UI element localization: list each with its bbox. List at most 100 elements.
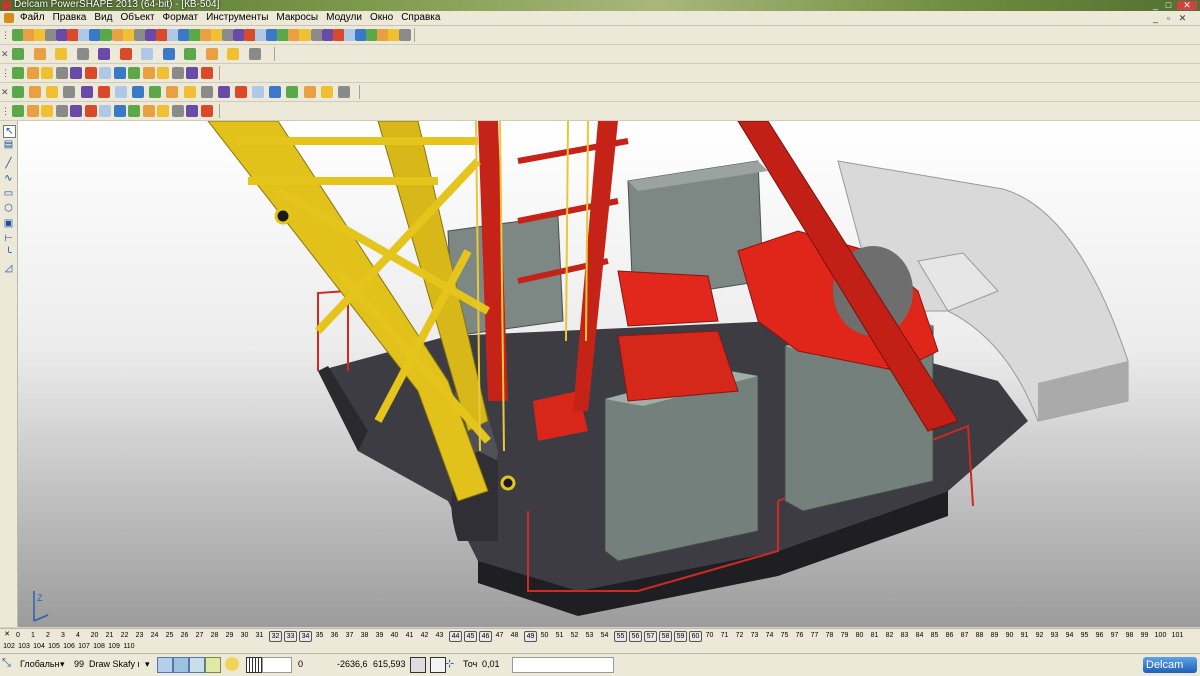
level-button-47[interactable]: 47 <box>494 631 505 640</box>
tb5-tool-icon-12[interactable] <box>186 105 198 117</box>
level-button-45[interactable]: 45 <box>464 631 477 642</box>
level-button-91[interactable]: 91 <box>1019 631 1030 640</box>
level-button-32[interactable]: 32 <box>269 631 282 642</box>
level-button-28[interactable]: 28 <box>209 631 220 640</box>
menu-item-6[interactable]: Макросы <box>272 11 322 25</box>
level-button-49[interactable]: 49 <box>524 631 537 642</box>
keyboard-icon[interactable] <box>430 657 446 673</box>
level-button-27[interactable]: 27 <box>194 631 205 640</box>
toolbar-close-icon[interactable]: ✕ <box>1 86 9 98</box>
tb1-tool-icon-9[interactable] <box>111 29 124 41</box>
level-button-92[interactable]: 92 <box>1034 631 1045 640</box>
mdi-minimize-button[interactable]: _ <box>1150 13 1161 23</box>
tb4-tool-icon-17[interactable] <box>303 86 316 98</box>
level-button-60[interactable]: 60 <box>689 631 702 642</box>
level-button-97[interactable]: 97 <box>1109 631 1120 640</box>
level-button-20[interactable]: 20 <box>89 631 100 640</box>
toolbar-grip[interactable]: ⋮ <box>1 105 10 117</box>
level-button-22[interactable]: 22 <box>119 631 130 640</box>
light-bulb-icon[interactable] <box>225 657 239 671</box>
level-button-85[interactable]: 85 <box>929 631 940 640</box>
tb3-tool-icon-13[interactable] <box>200 67 213 79</box>
minimize-button[interactable]: _ <box>1150 1 1161 10</box>
tb4-tool-icon-18[interactable] <box>320 86 333 98</box>
tb3-tool-icon-4[interactable] <box>70 67 82 79</box>
tb4-tool-icon-4[interactable] <box>80 86 93 98</box>
tb4-tool-icon-3[interactable] <box>63 86 76 98</box>
tb1-tool-icon-32[interactable] <box>365 29 378 41</box>
tb1-tool-icon-30[interactable] <box>343 29 356 41</box>
view-cube-icon[interactable] <box>157 657 173 673</box>
level-button-34[interactable]: 34 <box>299 631 312 642</box>
levels-close-icon[interactable]: ✕ <box>3 630 11 639</box>
workplane-select[interactable]: Глобальн <box>20 657 60 671</box>
level-button-54[interactable]: 54 <box>599 631 610 640</box>
level-button-21[interactable]: 21 <box>104 631 115 640</box>
tb3-tool-icon-8[interactable] <box>128 67 140 79</box>
level-button-3[interactable]: 3 <box>59 631 67 640</box>
tb1-tool-icon-14[interactable] <box>166 29 179 41</box>
coordinate-y[interactable]: 615,593 <box>373 657 406 671</box>
tb2-tool-icon-11[interactable] <box>248 48 261 60</box>
tb2-tool-icon-2[interactable] <box>55 48 67 60</box>
tb5-tool-icon-3[interactable] <box>55 105 68 117</box>
menu-item-8[interactable]: Окно <box>366 11 397 25</box>
level-button-52[interactable]: 52 <box>569 631 580 640</box>
tb4-tool-icon-2[interactable] <box>46 86 59 98</box>
level-button-71[interactable]: 71 <box>719 631 730 640</box>
level-button-94[interactable]: 94 <box>1064 631 1075 640</box>
select-arrow-icon[interactable]: ↖ <box>3 125 16 138</box>
level-button-106[interactable]: 106 <box>63 642 75 651</box>
coordinate-field-0[interactable]: 0 <box>298 657 303 671</box>
material-icon[interactable] <box>205 657 221 673</box>
coordinate-x[interactable]: -2636,6 <box>337 657 368 671</box>
toolbar-grip[interactable]: ⋮ <box>1 67 10 79</box>
level-button-99[interactable]: 99 <box>1139 631 1150 640</box>
menu-item-7[interactable]: Модули <box>322 11 366 25</box>
level-button-78[interactable]: 78 <box>824 631 835 640</box>
tb1-tool-icon-12[interactable] <box>144 29 157 41</box>
menu-item-1[interactable]: Правка <box>49 11 91 25</box>
tb5-tool-icon-9[interactable] <box>142 105 155 117</box>
level-button-46[interactable]: 46 <box>479 631 492 642</box>
polygon-tool-icon[interactable]: ⬡ <box>3 203 14 214</box>
tb5-tool-icon-5[interactable] <box>84 105 97 117</box>
level-button-37[interactable]: 37 <box>344 631 355 640</box>
level-button-43[interactable]: 43 <box>434 631 445 640</box>
mdi-restore-button[interactable]: ▫ <box>1163 13 1174 23</box>
level-button-80[interactable]: 80 <box>854 631 865 640</box>
tb4-tool-icon-15[interactable] <box>269 86 282 98</box>
level-button-41[interactable]: 41 <box>404 631 415 640</box>
level-button-107[interactable]: 107 <box>78 642 90 651</box>
tb2-tool-icon-8[interactable] <box>184 48 196 60</box>
level-button-58[interactable]: 58 <box>659 631 672 642</box>
level-button-90[interactable]: 90 <box>1004 631 1015 640</box>
tb5-tool-icon-0[interactable] <box>12 105 24 117</box>
tb3-tool-icon-1[interactable] <box>26 67 39 79</box>
maximize-button[interactable]: □ <box>1163 1 1174 10</box>
menu-item-0[interactable]: Файл <box>16 11 49 25</box>
tb3-tool-icon-2[interactable] <box>41 67 53 79</box>
level-button-59[interactable]: 59 <box>674 631 687 642</box>
level-button-87[interactable]: 87 <box>959 631 970 640</box>
level-button-35[interactable]: 35 <box>314 631 325 640</box>
tb4-tool-icon-12[interactable] <box>217 86 230 98</box>
pointer-icon[interactable]: ⤡ <box>2 657 16 671</box>
level-button-93[interactable]: 93 <box>1049 631 1060 640</box>
3d-viewport[interactable]: Z <box>18 121 1200 627</box>
tb5-tool-icon-6[interactable] <box>99 105 111 117</box>
level-button-72[interactable]: 72 <box>734 631 745 640</box>
tb5-tool-icon-4[interactable] <box>70 105 82 117</box>
tb4-tool-icon-1[interactable] <box>29 86 42 98</box>
measure-tool-icon[interactable]: ◿ <box>3 263 14 274</box>
level-button-44[interactable]: 44 <box>449 631 462 642</box>
level-button-101[interactable]: 101 <box>1171 631 1184 640</box>
level-button-73[interactable]: 73 <box>749 631 760 640</box>
level-button-70[interactable]: 70 <box>704 631 715 640</box>
level-button-48[interactable]: 48 <box>509 631 520 640</box>
document-menu-icon[interactable] <box>4 13 14 23</box>
line-tool-icon[interactable]: ╱ <box>3 158 14 169</box>
level-button-40[interactable]: 40 <box>389 631 400 640</box>
level-button-56[interactable]: 56 <box>629 631 642 642</box>
tb2-tool-icon-9[interactable] <box>205 48 218 60</box>
